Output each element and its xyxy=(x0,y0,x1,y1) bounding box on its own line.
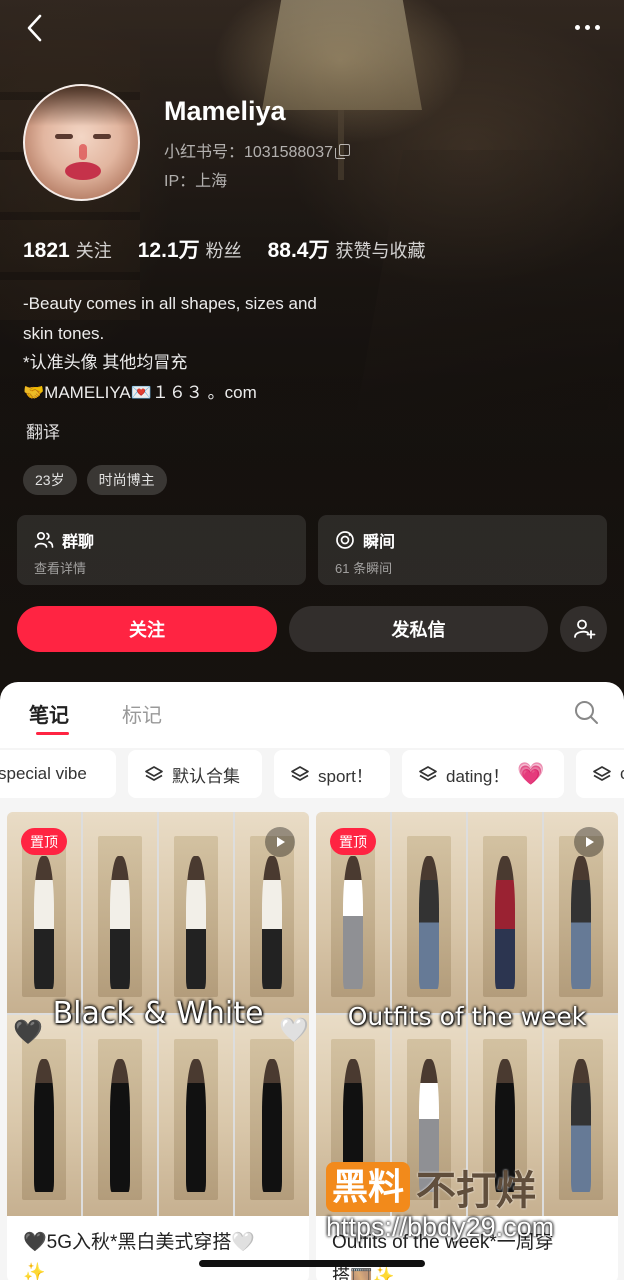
moments-title: 瞬间 xyxy=(363,534,396,551)
collection-label: special vibe xyxy=(0,764,87,783)
send-message-button[interactable]: 发私信 xyxy=(289,606,548,652)
play-icon xyxy=(277,837,285,847)
collection-chip[interactable]: c xyxy=(576,750,624,798)
play-icon xyxy=(586,837,594,847)
watermark-brand-a: 黑料 xyxy=(326,1162,411,1212)
layers-icon xyxy=(145,766,163,781)
heart-emoji: 💗 xyxy=(517,761,545,786)
stat-number: 12.1万 xyxy=(137,239,200,262)
collection-label: dating！ xyxy=(446,766,510,786)
red-id[interactable]: 小红书号：1031588037 xyxy=(164,138,350,162)
collection-chip[interactable]: dating！ 💗 xyxy=(402,750,564,798)
bio: -Beauty comes in all shapes, sizes and s… xyxy=(23,289,443,407)
red-id-text: 小红书号：1031588037 xyxy=(164,144,333,161)
bio-line: *认准头像 其他均冒充 xyxy=(23,353,188,372)
collection-chip[interactable]: sport！ xyxy=(274,750,390,798)
group-chat-card[interactable]: 群聊 查看详情 xyxy=(17,515,306,585)
top-bar xyxy=(0,0,624,60)
group-chat-subtitle: 查看详情 xyxy=(34,561,87,576)
moments-icon xyxy=(336,531,354,549)
follow-button[interactable]: 关注 xyxy=(17,606,277,652)
profile-tags: 23岁 时尚博主 xyxy=(23,465,167,495)
translate-link[interactable]: 翻译 xyxy=(26,418,60,443)
collections-row: special vibe 默认合集 sport！ dating！ 💗 c xyxy=(0,748,624,800)
pinned-badge: 置顶 xyxy=(21,828,67,855)
note-cover[interactable]: Black & White 🖤 🤍 置顶 xyxy=(7,812,309,1216)
more-dots-icon xyxy=(574,24,580,30)
tag-age: 23岁 xyxy=(23,465,77,495)
stat-number: 88.4万 xyxy=(267,239,330,262)
collection-chip[interactable]: special vibe xyxy=(0,750,116,798)
watermark-logo: 黑料 不打烊 xyxy=(326,1158,536,1216)
more-options-button[interactable] xyxy=(570,14,604,40)
cover-text: Black & White xyxy=(52,996,264,1031)
note-title: 🖤5G入秋*黑白美式穿搭🤍 xyxy=(23,1232,256,1253)
stat-label: 粉丝 xyxy=(205,241,242,261)
moments-subtitle: 61 条瞬间 xyxy=(335,561,393,576)
add-friend-button[interactable] xyxy=(560,606,607,652)
note-title-continued: ✨ xyxy=(23,1262,46,1280)
stat-label: 获赞与收藏 xyxy=(335,241,426,261)
back-button[interactable] xyxy=(18,10,50,46)
avatar[interactable] xyxy=(23,84,140,201)
moments-card[interactable]: 瞬间 61 条瞬间 xyxy=(318,515,607,585)
bio-line: -Beauty comes in all shapes, sizes and xyxy=(23,294,317,313)
stat-label: 关注 xyxy=(75,241,112,261)
watermark: 黑料 不打烊 https://bbdy29.com xyxy=(326,1158,616,1242)
group-chat-title: 群聊 xyxy=(62,534,95,551)
black-heart-decoration: 🖤 xyxy=(13,1019,43,1046)
add-user-icon xyxy=(573,619,595,639)
tab-tagged[interactable]: 标记 xyxy=(122,699,162,728)
layers-icon xyxy=(593,766,611,781)
white-heart-decoration: 🤍 xyxy=(279,1017,309,1044)
video-badge xyxy=(265,827,295,857)
layers-icon xyxy=(419,766,437,781)
stat-following[interactable]: 1821 关注 xyxy=(23,237,112,263)
watermark-brand-b: 不打烊 xyxy=(416,1169,537,1213)
note-cover[interactable]: Outfits of the week 置顶 xyxy=(316,812,618,1216)
watermark-url: https://bbdy29.com xyxy=(326,1212,555,1242)
group-chat-icon xyxy=(34,531,54,548)
stat-likes-collects[interactable]: 88.4万 获赞与收藏 xyxy=(268,234,426,264)
layers-icon xyxy=(291,766,309,781)
feature-cards: 群聊 查看详情 瞬间 61 条瞬间 xyxy=(17,515,607,585)
tag-occupation: 时尚博主 xyxy=(86,465,167,495)
bio-line: skin tones. xyxy=(23,323,105,343)
tab-notes[interactable]: 笔记 xyxy=(29,699,69,728)
video-badge xyxy=(574,827,604,857)
home-indicator[interactable] xyxy=(199,1260,425,1267)
search-icon[interactable] xyxy=(573,699,599,725)
copy-icon[interactable] xyxy=(335,144,350,159)
collection-label: sport！ xyxy=(318,766,373,786)
stat-number: 1821 xyxy=(23,239,70,262)
collection-chip[interactable]: 默认合集 xyxy=(128,750,262,798)
active-tab-indicator xyxy=(36,732,69,735)
note-card[interactable]: Black & White 🖤 🤍 置顶 🖤5G入秋*黑白美式穿搭🤍 ✨ xyxy=(7,812,309,1280)
action-buttons: 关注 发私信 xyxy=(17,606,607,652)
collection-label: c xyxy=(620,764,624,784)
ip-location: IP：上海 xyxy=(164,173,228,190)
content-tabs: 笔记 标记 xyxy=(0,682,624,738)
collection-label: 默认合集 xyxy=(172,766,240,786)
pinned-badge: 置顶 xyxy=(330,828,376,855)
nickname: Mameliya xyxy=(164,96,286,126)
chevron-left-icon xyxy=(27,14,42,42)
bio-line: 🤝MAMELIYA💌１６３ 。com xyxy=(23,382,257,402)
cover-text: Outfits of the week xyxy=(347,1002,587,1031)
stat-followers[interactable]: 12.1万 粉丝 xyxy=(138,234,242,264)
stats-row: 1821 关注 12.1万 粉丝 88.4万 获赞与收藏 xyxy=(23,234,451,264)
